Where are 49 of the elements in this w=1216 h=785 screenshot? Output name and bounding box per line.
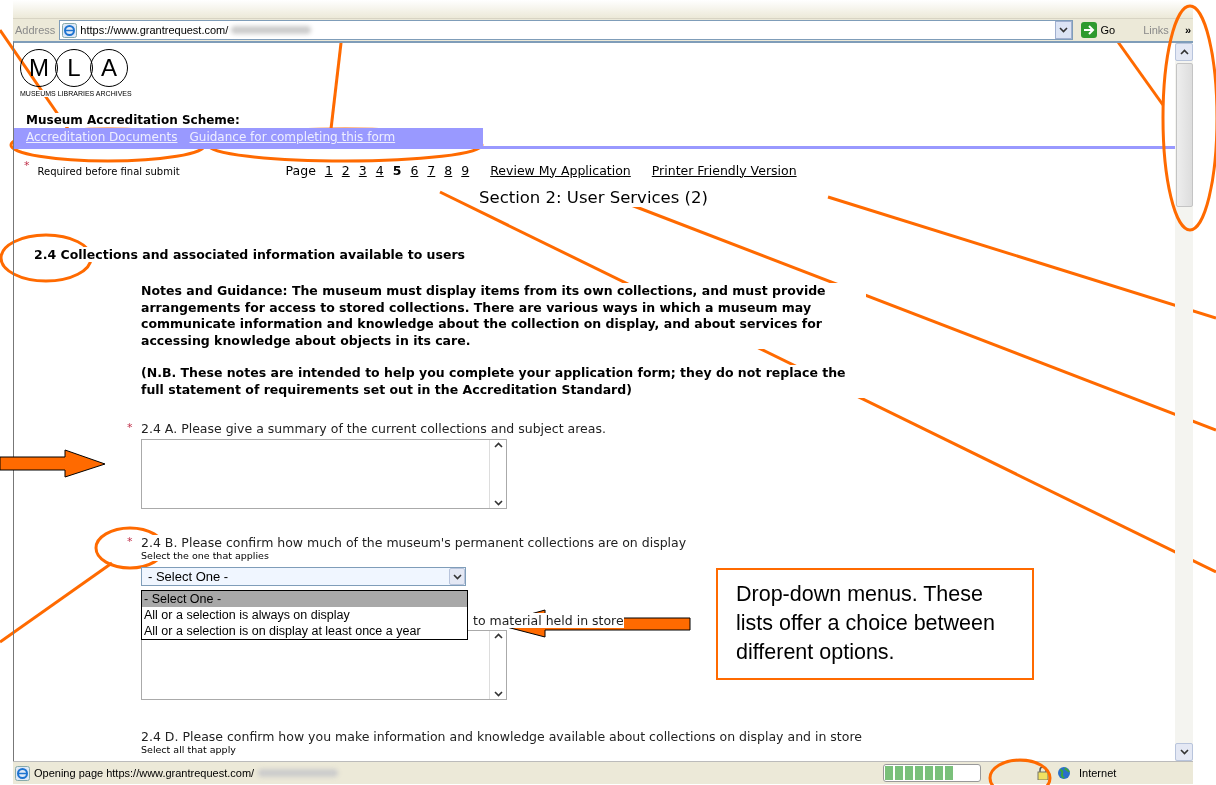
- lock-icon: [1037, 766, 1049, 780]
- scheme-title: Museum Accreditation Scheme:: [26, 113, 240, 127]
- page-action-link[interactable]: Printer Friendly Version: [651, 162, 797, 178]
- more-chevron[interactable]: »: [1184, 24, 1191, 36]
- section-title: Section 2: User Services (2): [479, 188, 708, 207]
- question-label: to material held in store: [473, 613, 624, 628]
- scroll-down-icon[interactable]: [493, 500, 503, 506]
- page-link[interactable]: 5: [392, 162, 402, 178]
- required-note: Required before final submit: [37, 166, 180, 177]
- required-mark: *: [24, 159, 30, 172]
- hint-text: Select the one that applies: [141, 550, 269, 561]
- page-action-link[interactable]: Review My Application: [490, 162, 631, 178]
- page-icon: [15, 765, 30, 781]
- arrow-icon: [1080, 22, 1097, 38]
- dropdown-select[interactable]: - Select One -: [141, 567, 466, 586]
- zone-label: Internet: [1079, 767, 1117, 779]
- address-field[interactable]: https://www.grantrequest.com/: [59, 20, 1073, 40]
- page-link[interactable]: 8: [444, 162, 453, 178]
- go-button[interactable]: Go: [1076, 22, 1126, 38]
- dropdown-caret-icon[interactable]: [452, 573, 462, 580]
- scroll-up-icon[interactable]: [493, 442, 503, 448]
- page-link[interactable]: 7: [427, 162, 436, 178]
- scroll-up-icon[interactable]: [1179, 49, 1189, 55]
- guidance-paragraph: (N.B. These notes are intended to help you complete your application form; they do not replace the full statement of requirements set out in the Accreditation Standard): [141, 365, 866, 398]
- scroll-down-icon[interactable]: [1179, 749, 1189, 755]
- question-label: 2.4 A. Please give a summary of the current collections and subject areas.: [141, 421, 606, 436]
- hint-text: Select all that apply: [141, 744, 236, 755]
- scroll-up-icon[interactable]: [493, 633, 503, 639]
- scroll-thumb[interactable]: [1175, 63, 1193, 207]
- page-link[interactable]: 2: [341, 162, 350, 178]
- page-link[interactable]: 3: [358, 162, 367, 178]
- scroll-up-button[interactable]: [1175, 43, 1193, 61]
- page-icon: [62, 22, 78, 38]
- page-link[interactable]: 9: [461, 162, 470, 178]
- dropdown-option[interactable]: - Select One -: [142, 591, 467, 607]
- page-link[interactable]: 1: [324, 162, 333, 178]
- address-label: Address: [15, 24, 56, 36]
- guidance-paragraph: Notes and Guidance: The museum must display items from its own collections, and must provide arrangements for access to stored collections. There are various ways in which a museum may communicate information and knowledge about the collection on display, and about services for accessing knowledge about objects in its care.: [141, 283, 866, 349]
- page-link[interactable]: 6: [410, 162, 419, 178]
- status-text: Opening page https://www.grantrequest.com/: [34, 767, 255, 779]
- globe-icon: [1057, 766, 1071, 780]
- page-link[interactable]: 4: [375, 162, 384, 178]
- subsection-title: 2.4 Collections and associated information available to users: [34, 247, 466, 262]
- page-label: Page: [285, 162, 316, 178]
- scroll-down-button[interactable]: [1175, 743, 1193, 761]
- question-label: 2.4 B. Please confirm how much of the museum's permanent collections are on display: [141, 535, 687, 550]
- scroll-down-icon[interactable]: [493, 691, 503, 697]
- callout-box: Drop-down menus. These lists offer a choice between different options.: [716, 568, 1034, 680]
- dropdown-caret-icon[interactable]: [1058, 27, 1068, 33]
